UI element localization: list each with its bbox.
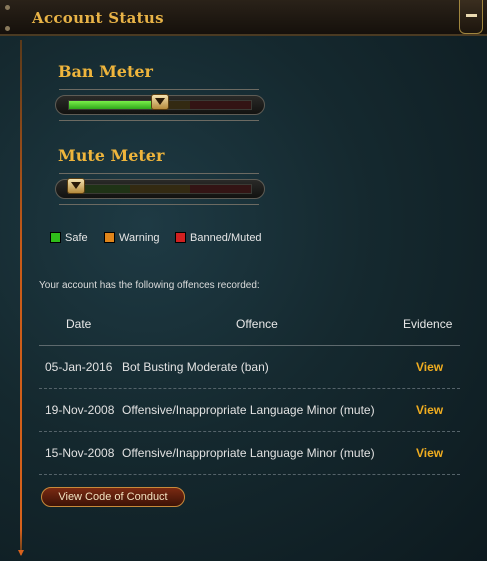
- mute-meter-title: Mute Meter: [58, 146, 165, 165]
- column-header-date: Date: [66, 317, 92, 331]
- collapse-button[interactable]: [459, 0, 483, 34]
- divider-tip: [18, 550, 24, 556]
- offences-intro-text: Your account has the following offences …: [39, 280, 260, 291]
- ban-meter-marker-icon: [151, 94, 169, 110]
- row-divider: [39, 474, 460, 475]
- legend-item-safe: Safe: [50, 232, 88, 244]
- offence-date: 15-Nov-2008: [45, 446, 115, 460]
- banned-swatch-icon: [175, 232, 186, 243]
- view-evidence-link[interactable]: View: [416, 360, 443, 374]
- decorative-divider: [20, 40, 22, 555]
- ban-meter-track: [55, 94, 265, 115]
- mute-meter: [55, 173, 265, 205]
- offence-description: Offensive/Inappropriate Language Minor (…: [122, 446, 375, 460]
- minus-icon: [466, 14, 477, 17]
- ban-meter-fill: [69, 101, 160, 109]
- column-header-offence: Offence: [236, 317, 278, 331]
- view-evidence-link[interactable]: View: [416, 446, 443, 460]
- mute-meter-track: [55, 178, 265, 199]
- warning-swatch-icon: [104, 232, 115, 243]
- offence-description: Offensive/Inappropriate Language Minor (…: [122, 403, 375, 417]
- view-evidence-link[interactable]: View: [416, 403, 443, 417]
- panel-header: Account Status: [0, 0, 487, 36]
- panel-title: Account Status: [32, 9, 164, 27]
- offence-description: Bot Busting Moderate (ban): [122, 360, 269, 374]
- header-divider: [39, 345, 460, 346]
- offence-date: 19-Nov-2008: [45, 403, 115, 417]
- view-code-of-conduct-button[interactable]: View Code of Conduct: [41, 487, 185, 507]
- row-divider: [39, 431, 460, 432]
- legend-item-warning: Warning: [104, 232, 160, 244]
- account-status-panel: Account Status Ban Meter Mute Meter Safe…: [0, 0, 487, 561]
- safe-swatch-icon: [50, 232, 61, 243]
- offence-date: 05-Jan-2016: [45, 360, 113, 374]
- row-divider: [39, 388, 460, 389]
- legend-item-banned: Banned/Muted: [175, 232, 262, 244]
- ban-meter-title: Ban Meter: [58, 62, 153, 81]
- rivet-icon: [5, 5, 10, 10]
- column-header-evidence: Evidence: [403, 317, 453, 331]
- ban-meter: [55, 89, 265, 121]
- mute-meter-marker-icon: [67, 178, 86, 194]
- rivet-icon: [5, 26, 10, 31]
